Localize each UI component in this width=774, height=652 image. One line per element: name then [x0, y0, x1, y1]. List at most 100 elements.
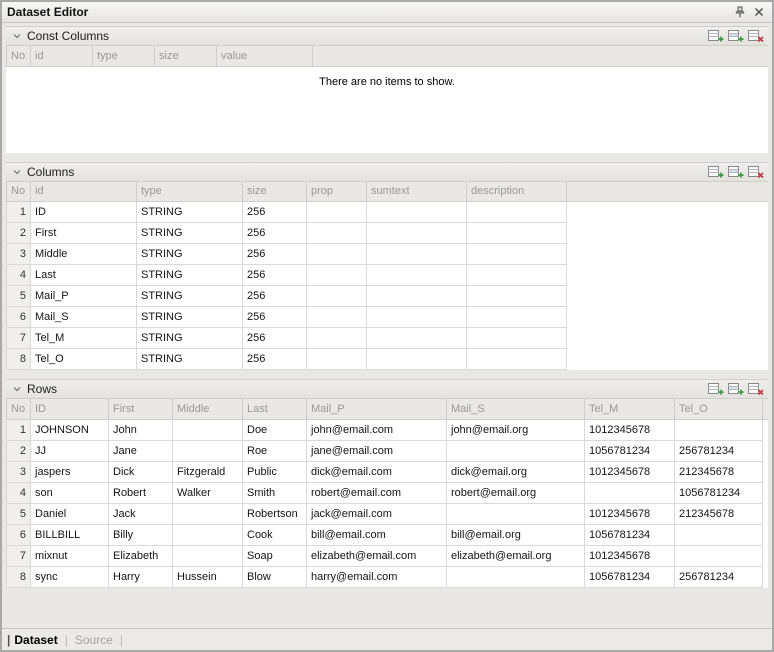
data-cell[interactable]: Tel_O — [31, 349, 137, 370]
data-cell[interactable]: STRING — [137, 223, 243, 244]
data-cell[interactable]: 1056781234 — [585, 524, 675, 545]
data-cell[interactable]: 256 — [243, 265, 307, 286]
data-cell[interactable] — [307, 265, 367, 286]
data-cell[interactable] — [675, 419, 763, 440]
data-cell[interactable] — [467, 223, 567, 244]
column-header-first[interactable]: First — [109, 399, 173, 419]
column-header-mail_p[interactable]: Mail_P — [307, 399, 447, 419]
column-header-mail_s[interactable]: Mail_S — [447, 399, 585, 419]
data-cell[interactable]: harry@email.com — [307, 566, 447, 587]
row-number-cell[interactable]: 8 — [7, 566, 31, 587]
data-cell[interactable]: Last — [31, 265, 137, 286]
data-cell[interactable]: STRING — [137, 307, 243, 328]
data-cell[interactable]: mixnut — [31, 545, 109, 566]
table-row[interactable]: 3MiddleSTRING256 — [7, 244, 769, 265]
data-cell[interactable]: Blow — [243, 566, 307, 587]
table-row[interactable]: 7mixnutElizabethSoapelizabeth@email.come… — [7, 545, 769, 566]
column-header-size[interactable]: size — [155, 46, 217, 66]
data-cell[interactable] — [447, 566, 585, 587]
data-cell[interactable]: 1012345678 — [585, 461, 675, 482]
data-cell[interactable]: robert@email.com — [307, 482, 447, 503]
data-cell[interactable]: First — [31, 223, 137, 244]
table-row[interactable]: 8syncHarryHusseinBlowharry@email.com1056… — [7, 566, 769, 587]
data-cell[interactable]: 212345678 — [675, 461, 763, 482]
table-row[interactable]: 7Tel_MSTRING256 — [7, 328, 769, 349]
data-cell[interactable] — [367, 223, 467, 244]
data-cell[interactable]: robert@email.org — [447, 482, 585, 503]
data-cell[interactable] — [307, 307, 367, 328]
data-cell[interactable]: STRING — [137, 328, 243, 349]
column-header-last[interactable]: Last — [243, 399, 307, 419]
data-cell[interactable]: 256 — [243, 328, 307, 349]
data-cell[interactable]: Roe — [243, 440, 307, 461]
data-cell[interactable]: STRING — [137, 349, 243, 370]
data-cell[interactable] — [585, 482, 675, 503]
data-cell[interactable] — [307, 202, 367, 223]
collapse-chevron-icon[interactable] — [10, 165, 24, 179]
table-row[interactable]: 1JOHNSONJohnDoejohn@email.comjohn@email.… — [7, 419, 769, 440]
column-header-middle[interactable]: Middle — [173, 399, 243, 419]
data-cell[interactable]: 256 — [243, 307, 307, 328]
data-cell[interactable]: Billy — [109, 524, 173, 545]
column-header-type[interactable]: type — [93, 46, 155, 66]
data-cell[interactable] — [467, 265, 567, 286]
data-cell[interactable]: 256 — [243, 349, 307, 370]
row-number-cell[interactable]: 6 — [7, 524, 31, 545]
data-cell[interactable]: bill@email.com — [307, 524, 447, 545]
data-cell[interactable] — [467, 307, 567, 328]
data-cell[interactable]: elizabeth@email.com — [307, 545, 447, 566]
data-cell[interactable]: Daniel — [31, 503, 109, 524]
column-header-prop[interactable]: prop — [307, 182, 367, 202]
table-row[interactable]: 4LastSTRING256 — [7, 265, 769, 286]
row-number-cell[interactable]: 1 — [7, 419, 31, 440]
data-cell[interactable] — [307, 223, 367, 244]
column-header-no[interactable]: No — [7, 182, 31, 202]
insert-row-icon[interactable] — [727, 164, 744, 179]
row-number-cell[interactable]: 3 — [7, 461, 31, 482]
row-number-cell[interactable]: 7 — [7, 328, 31, 349]
data-cell[interactable] — [173, 545, 243, 566]
column-header-sumtext[interactable]: sumtext — [367, 182, 467, 202]
data-cell[interactable] — [467, 244, 567, 265]
column-header-value[interactable]: value — [217, 46, 313, 66]
data-cell[interactable]: bill@email.org — [447, 524, 585, 545]
table-row[interactable]: 6Mail_SSTRING256 — [7, 307, 769, 328]
data-cell[interactable]: Mail_S — [31, 307, 137, 328]
data-cell[interactable] — [467, 328, 567, 349]
data-cell[interactable]: Soap — [243, 545, 307, 566]
data-cell[interactable] — [367, 265, 467, 286]
row-number-cell[interactable]: 8 — [7, 349, 31, 370]
data-cell[interactable]: jaspers — [31, 461, 109, 482]
data-cell[interactable]: 256781234 — [675, 440, 763, 461]
data-cell[interactable]: Smith — [243, 482, 307, 503]
data-cell[interactable]: STRING — [137, 286, 243, 307]
data-cell[interactable]: 256 — [243, 202, 307, 223]
data-cell[interactable] — [307, 244, 367, 265]
column-header-no[interactable]: No — [7, 399, 31, 419]
data-cell[interactable]: 256 — [243, 223, 307, 244]
data-cell[interactable] — [467, 202, 567, 223]
data-cell[interactable]: 1056781234 — [675, 482, 763, 503]
data-cell[interactable] — [307, 328, 367, 349]
data-cell[interactable] — [173, 524, 243, 545]
collapse-chevron-icon[interactable] — [10, 382, 24, 396]
collapse-chevron-icon[interactable] — [10, 29, 24, 43]
tab-source[interactable]: Source — [75, 633, 113, 647]
data-cell[interactable] — [367, 244, 467, 265]
data-cell[interactable]: john@email.com — [307, 419, 447, 440]
column-header-id[interactable]: ID — [31, 399, 109, 419]
tab-dataset[interactable]: Dataset — [14, 633, 57, 647]
data-cell[interactable]: 212345678 — [675, 503, 763, 524]
data-cell[interactable]: Public — [243, 461, 307, 482]
data-cell[interactable]: dick@email.org — [447, 461, 585, 482]
data-cell[interactable]: JOHNSON — [31, 419, 109, 440]
data-cell[interactable]: Elizabeth — [109, 545, 173, 566]
column-header-no[interactable]: No — [7, 46, 31, 66]
table-row[interactable]: 2FirstSTRING256 — [7, 223, 769, 244]
table-row[interactable]: 4sonRobertWalkerSmithrobert@email.comrob… — [7, 482, 769, 503]
data-cell[interactable]: Middle — [31, 244, 137, 265]
data-cell[interactable] — [173, 440, 243, 461]
data-cell[interactable]: 1012345678 — [585, 503, 675, 524]
data-cell[interactable]: BILLBILL — [31, 524, 109, 545]
row-number-cell[interactable]: 1 — [7, 202, 31, 223]
